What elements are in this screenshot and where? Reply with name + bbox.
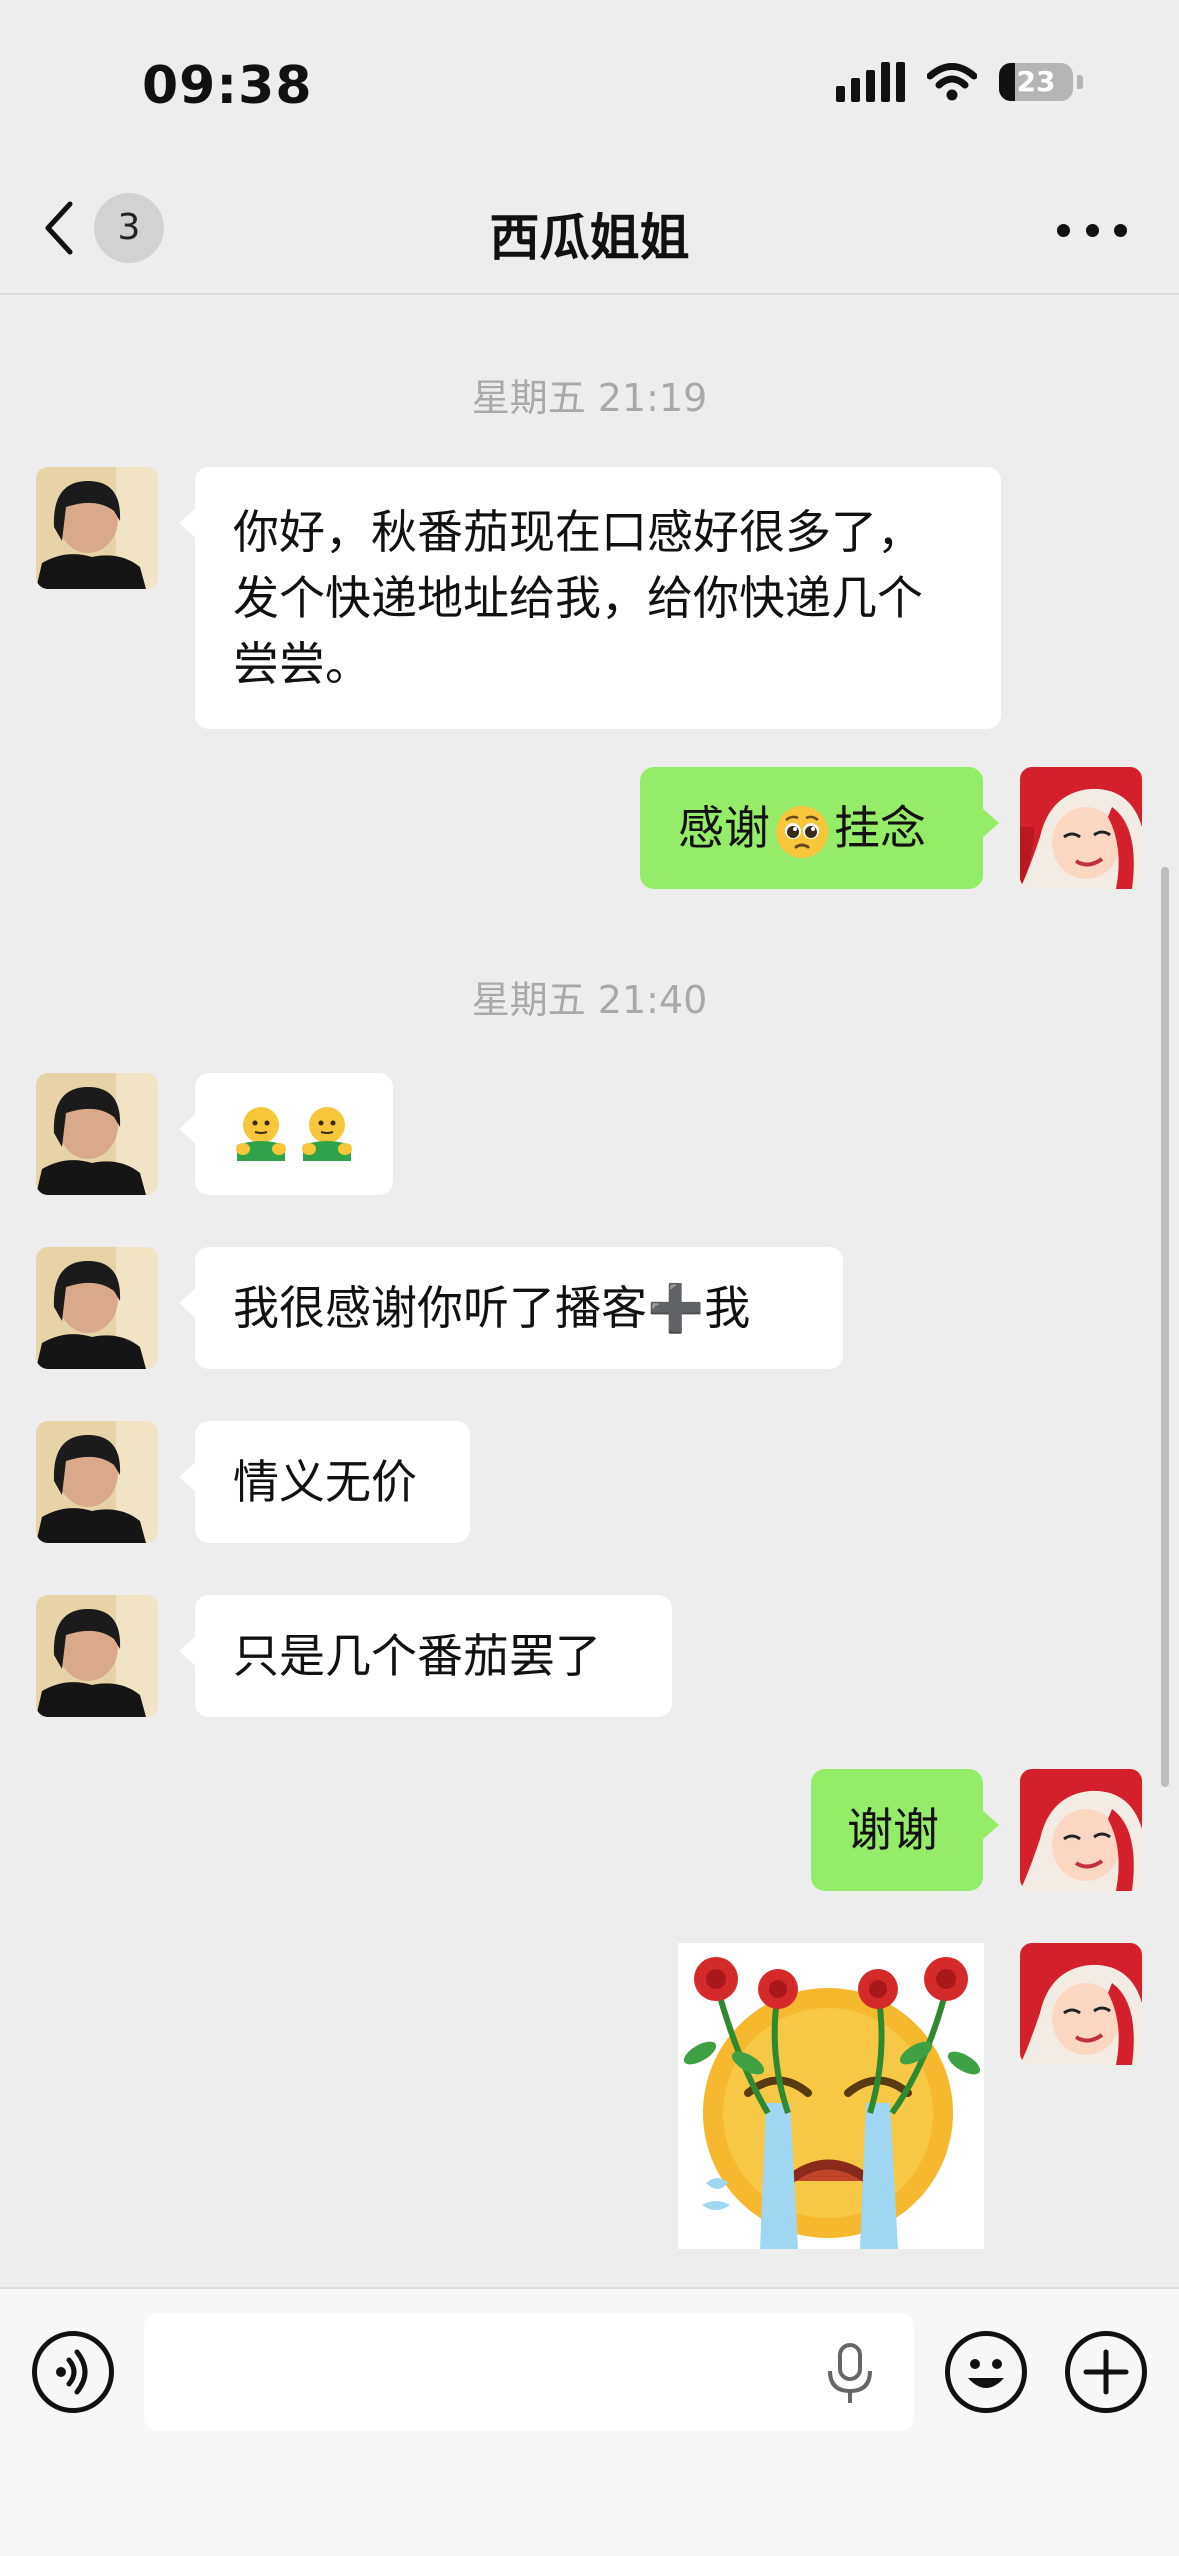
status-icons: 23 [836,62,1083,102]
incoming-message-bubble[interactable]: 你好，秋番茄现在口感好很多了，发个快递地址给我，给你快递几个尝尝。 [179,467,1001,729]
my-avatar[interactable] [1020,1769,1142,1891]
dot-icon [1114,223,1127,237]
message-text: 只是几个番茄罢了 [233,1629,601,1683]
chat-title: 西瓜姐姐 [489,209,690,267]
input-bar [0,2287,1179,2556]
crying-face-roses-icon [678,1943,984,2249]
voice-icon [56,2349,88,2395]
incoming-message-bubble[interactable]: 我很感谢你听了播客➕我 [179,1247,843,1369]
contact-avatar[interactable] [36,1073,158,1195]
contact-avatar[interactable] [36,1595,158,1717]
incoming-message-bubble[interactable]: 只是几个番茄罢了 [179,1595,672,1717]
message-list[interactable]: 星期五 21:19 你好，秋番茄现在口感好很多了，发个快递地址给我，给你快递几个… [0,297,1179,2287]
dot-icon [1057,223,1070,237]
my-avatar[interactable] [1020,1943,1142,2065]
status-time: 09:38 [142,56,313,116]
message-text-after: 挂念 [834,801,926,855]
crying-roses-sticker[interactable] [678,1943,984,2249]
contact-avatar[interactable] [36,1421,158,1543]
message-text: 谢谢 [847,1803,939,1857]
dot-icon [1085,223,1099,237]
outgoing-message-bubble[interactable]: 感谢 挂念 [640,767,999,889]
incoming-message-bubble[interactable]: 情义无价 [179,1421,470,1543]
nav-bar: 3 西瓜姐姐 [0,160,1179,295]
plus-icon [1083,2349,1129,2395]
message-timestamp: 星期五 21:40 [471,978,708,1022]
message-text: 我很感谢你听了播客➕我 [233,1281,751,1335]
battery-icon: 23 [999,63,1073,101]
smiley-icon [968,2359,1004,2388]
emoji-button[interactable] [945,2331,1027,2413]
more-functions-button[interactable] [1065,2331,1147,2413]
scrollbar[interactable] [1161,867,1169,1787]
wifi-icon [927,63,977,101]
microphone-icon[interactable] [822,2341,878,2405]
chat-screen: 09:38 23 3 西瓜姐姐 星期五 21:19 你好，秋番茄现在口感好很多了… [0,0,1179,2556]
hug-emoji-icon [236,1107,352,1161]
more-options-button[interactable] [1057,215,1127,245]
contact-avatar[interactable] [36,1247,158,1369]
my-avatar[interactable] [1020,767,1142,889]
status-bar: 09:38 23 [0,0,1179,160]
voice-mode-button[interactable] [32,2331,114,2413]
incoming-sticker-bubble[interactable] [179,1073,393,1195]
message-text: 你好，秋番茄现在口感好很多了，发个快递地址给我，给你快递几个尝尝。 [233,505,923,691]
outgoing-message-bubble[interactable]: 谢谢 [811,1769,999,1891]
cellular-signal-icon [836,62,905,102]
pleading-face-emoji [776,805,828,858]
contact-avatar[interactable] [36,467,158,589]
message-text-before: 感谢 [678,801,770,855]
message-input[interactable] [144,2313,914,2431]
battery-level: 23 [1016,65,1056,98]
message-timestamp: 星期五 21:19 [471,376,708,420]
battery-cap [1077,75,1083,89]
message-text: 情义无价 [233,1455,417,1509]
